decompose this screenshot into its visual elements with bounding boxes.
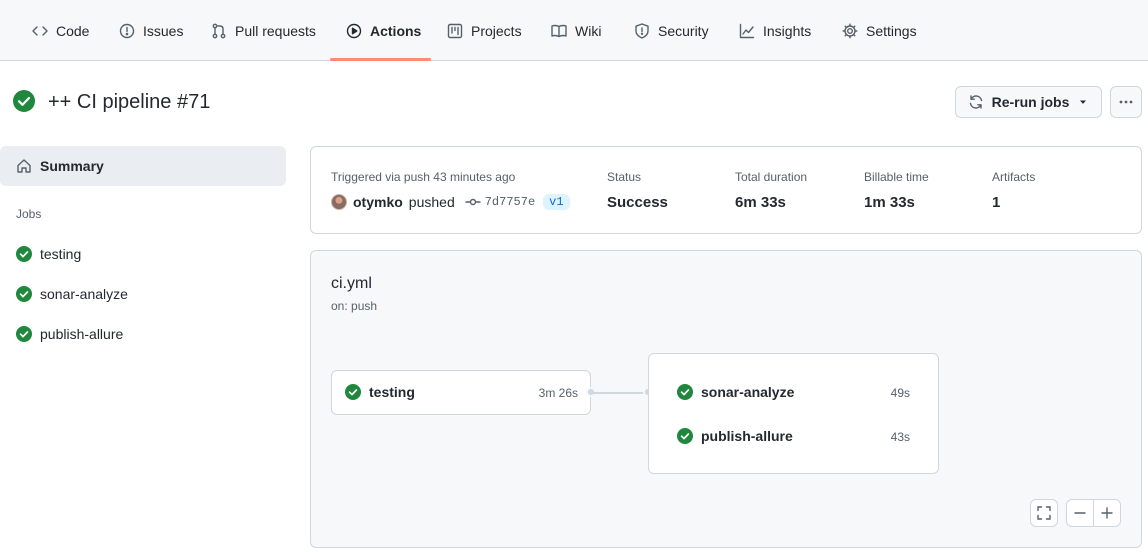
kebab-horizontal-icon: [1119, 100, 1133, 104]
fullscreen-button[interactable]: [1030, 499, 1058, 527]
tab-pull-requests[interactable]: Pull requests: [211, 0, 316, 61]
tab-label: Issues: [143, 22, 184, 39]
sidebar-item-label: Summary: [40, 158, 104, 174]
job-group-card: sonar-analyze 49s publish-allure 43s: [648, 353, 939, 474]
rerun-jobs-label: Re-run jobs: [991, 94, 1070, 110]
play-icon: [346, 23, 362, 38]
more-options-button[interactable]: [1110, 86, 1142, 118]
job-sonar-analyze[interactable]: sonar-analyze: [677, 384, 794, 400]
gear-icon: [842, 23, 858, 38]
job-name: publish-allure: [701, 428, 793, 444]
check-circle-icon: [677, 384, 693, 400]
tab-label: Actions: [370, 22, 422, 39]
billable-label: Billable time: [864, 170, 929, 184]
check-circle-icon: [13, 90, 35, 112]
tab-label: Settings: [866, 22, 917, 39]
workflow-graph: ci.yml on: push testing 3m 26s sonar-ana…: [310, 250, 1142, 548]
sidebar-job-publish-allure[interactable]: publish-allure: [16, 324, 123, 344]
commit-sha: 7d7757e: [484, 195, 536, 209]
artifacts-label: Artifacts: [992, 170, 1036, 184]
run-summary-card: Triggered via push 43 minutes ago otymko…: [310, 146, 1142, 234]
tab-label: Code: [56, 22, 90, 39]
tab-actions[interactable]: Actions: [346, 0, 421, 61]
artifacts-value[interactable]: 1: [992, 194, 1000, 211]
avatar[interactable]: [331, 194, 347, 210]
code-icon: [32, 25, 48, 36]
minus-icon: [1074, 512, 1086, 514]
sidebar-job-label: sonar-analyze: [40, 286, 128, 302]
active-tab-underline: [330, 58, 431, 61]
tab-label: Wiki: [575, 22, 602, 39]
job-connector-line: [591, 392, 649, 394]
check-circle-icon: [677, 428, 693, 444]
job-duration: 49s: [890, 386, 910, 400]
tab-code[interactable]: Code: [32, 0, 89, 61]
status-label: Status: [607, 170, 642, 184]
job-card-testing[interactable]: testing 3m 26s: [331, 370, 591, 415]
check-circle-icon: [345, 384, 361, 400]
tab-security[interactable]: Security: [634, 0, 709, 61]
jobs-heading: Jobs: [16, 207, 42, 221]
graph-icon: [739, 23, 755, 38]
screen-full-icon: [1037, 506, 1051, 520]
duration-label: Total duration: [735, 170, 808, 184]
zoom-in-button[interactable]: [1093, 499, 1121, 527]
plus-icon: [1101, 507, 1113, 519]
issue-icon: [119, 23, 135, 38]
sidebar-job-testing[interactable]: testing: [16, 244, 81, 264]
job-duration: 43s: [890, 430, 910, 444]
tab-label: Security: [658, 22, 709, 39]
tab-issues[interactable]: Issues: [119, 0, 183, 61]
tab-label: Projects: [471, 22, 522, 39]
tab-projects[interactable]: Projects: [447, 0, 522, 61]
tab-insights[interactable]: Insights: [739, 0, 811, 61]
sidebar-job-label: testing: [40, 246, 82, 262]
actor-link[interactable]: otymko: [353, 194, 403, 210]
shield-icon: [635, 22, 649, 39]
sidebar-job-sonar-analyze[interactable]: sonar-analyze: [16, 284, 128, 304]
commit-link[interactable]: 7d7757e: [465, 194, 535, 210]
tab-settings[interactable]: Settings: [842, 0, 917, 61]
triangle-down-icon: [1080, 100, 1087, 104]
duration-value: 6m 33s: [735, 194, 786, 211]
sidebar-item-summary[interactable]: Summary: [0, 146, 286, 186]
push-info: otymko pushed 7d7757e v1: [331, 194, 570, 210]
status-value: Success: [607, 194, 668, 211]
workflow-file-name: ci.yml: [331, 275, 372, 292]
branch-badge[interactable]: v1: [543, 194, 570, 210]
tab-label: Pull requests: [235, 22, 316, 39]
project-icon: [447, 23, 463, 38]
tab-wiki[interactable]: Wiki: [551, 0, 601, 61]
git-commit-icon: [465, 198, 481, 206]
check-circle-icon: [16, 326, 32, 342]
home-icon: [17, 159, 31, 173]
sidebar-job-label: publish-allure: [40, 326, 124, 342]
page-title: ++ CI pipeline #71: [48, 91, 211, 113]
job-name: testing: [369, 384, 415, 400]
job-testing[interactable]: testing: [345, 384, 415, 400]
job-duration: 3m 26s: [538, 386, 578, 400]
push-action: pushed: [408, 194, 455, 210]
billable-value: 1m 33s: [864, 194, 915, 211]
check-circle-icon: [16, 246, 32, 262]
tab-label: Insights: [763, 22, 812, 39]
book-icon: [551, 24, 567, 37]
pull-request-icon: [212, 23, 226, 38]
job-name: sonar-analyze: [701, 384, 795, 400]
triggered-text: Triggered via push 43 minutes ago: [331, 170, 516, 184]
zoom-out-button[interactable]: [1066, 499, 1094, 527]
repo-nav: Code Issues Pull requests Actions Projec…: [0, 0, 1148, 61]
job-publish-allure[interactable]: publish-allure: [677, 428, 793, 444]
workflow-trigger: on: push: [331, 299, 378, 313]
check-circle-icon: [16, 286, 32, 302]
sync-icon: [969, 95, 982, 109]
rerun-jobs-button[interactable]: Re-run jobs: [955, 86, 1102, 118]
